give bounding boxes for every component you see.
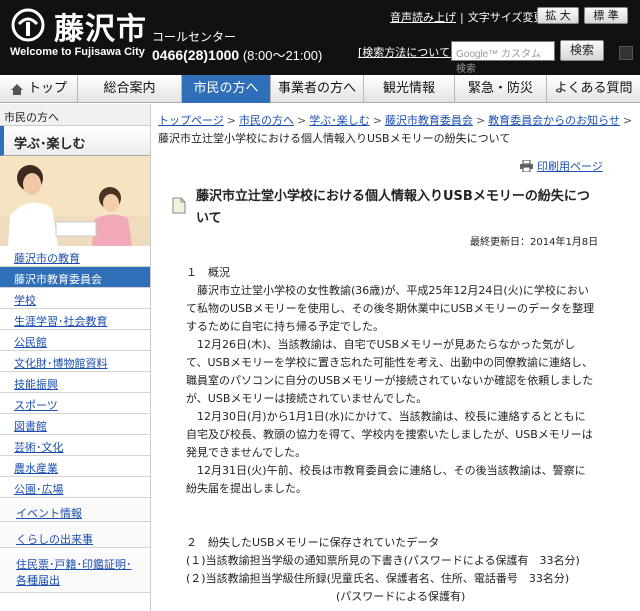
site-logo-subtitle: Welcome to Fujisawa City	[10, 46, 145, 58]
section-heading: １ 概況	[186, 266, 230, 279]
breadcrumb-board-news[interactable]: 教育委員会からのお知らせ	[488, 114, 620, 127]
callcenter-phone: 0466(28)1000 (8:00～21:00)	[152, 47, 323, 63]
sidebar-item-city-education[interactable]: 藤沢市の教育	[0, 246, 150, 267]
nav-businesses[interactable]: 事業者の方へ	[271, 75, 364, 103]
breadcrumb-current: 藤沢市立辻堂小学校における個人情報入りUSBメモリーの紛失について	[158, 132, 511, 145]
paragraph: 12月30日(月)から1月1日(水)にかけて、当該教諭は、校長に連絡するとともに…	[186, 410, 593, 459]
paragraph: 藤沢市立辻堂小学校の女性教諭(36歳)が、平成25年12月24日(火)に学校にお…	[186, 284, 595, 333]
home-icon	[10, 83, 23, 95]
sidebar-item-certificates[interactable]: 住民票･戸籍･印鑑証明･各種届出	[0, 553, 150, 593]
list-item: (１)当該教諭担当学級の通知票所見の下書き(パスワードによる保護有 33名分)	[186, 554, 580, 567]
breadcrumb-top[interactable]: トップページ	[158, 114, 224, 127]
sidebar-item-parks[interactable]: 公園･広場	[0, 477, 150, 498]
window-corner-control[interactable]	[619, 46, 633, 60]
read-aloud-link[interactable]: 音声読み上げ	[390, 9, 456, 25]
breadcrumb-board-of-education[interactable]: 藤沢市教育委員会	[385, 114, 473, 127]
printer-icon	[520, 160, 533, 172]
sidebar-item-events[interactable]: イベント情報	[0, 501, 150, 522]
list-item-note: (パスワードによる保護有)	[336, 590, 466, 603]
search-input[interactable]: Google™ カスタム検索	[451, 41, 555, 75]
nav-general-guide[interactable]: 総合案内	[78, 75, 182, 103]
search-method-link[interactable]: [検索方法について]	[358, 44, 454, 60]
page-title: 藤沢市立辻堂小学校における個人情報入りUSBメモリーの紛失について	[196, 189, 590, 226]
nav-top[interactable]: トップ	[0, 75, 78, 103]
nav-emergency[interactable]: 緊急・防災	[455, 75, 547, 103]
breadcrumb-learn-enjoy[interactable]: 学ぶ･楽しむ	[309, 114, 370, 127]
sidebar: 市民の方へ 学ぶ･楽しむ 藤沢市の教育 藤沢市教育委員会 学校 生涯学習･社会教…	[0, 104, 151, 611]
sidebar-menu: 藤沢市の教育 藤沢市教育委員会 学校 生涯学習･社会教育 公民館 文化財･博物館…	[0, 246, 150, 593]
last-updated: 最終更新日：2014年1月8日	[470, 237, 599, 248]
global-nav: トップ 総合案内 市民の方へ 事業者の方へ 観光情報 緊急・防災 よくある質問	[0, 75, 640, 103]
sidebar-item-sports[interactable]: スポーツ	[0, 393, 150, 414]
paragraph: 12月31日(火)午前、校長は市教育委員会に連絡し、その後当該教諭は、警察に紛失…	[186, 464, 586, 495]
print-page-link[interactable]: 印刷用ページ	[520, 158, 603, 174]
nav-tourism[interactable]: 観光情報	[364, 75, 455, 103]
search-button[interactable]: 検索	[560, 40, 604, 61]
sidebar-breadcrumb[interactable]: 市民の方へ	[0, 104, 150, 126]
sidebar-heading: 学ぶ･楽しむ	[0, 126, 150, 156]
font-standard-button[interactable]: 標 準	[584, 7, 628, 24]
section-heading: ２ 紛失したUSBメモリーに保存されていたデータ	[186, 536, 440, 549]
callcenter-label: コールセンター	[152, 30, 237, 44]
sidebar-item-lifelong-learning[interactable]: 生涯学習･社会教育	[0, 309, 150, 330]
sidebar-item-cultural-assets[interactable]: 文化財･博物館資料	[0, 351, 150, 372]
document-icon	[172, 197, 186, 214]
breadcrumb: トップページ > 市民の方へ > 学ぶ･楽しむ > 藤沢市教育委員会 > 教育委員会からのお知ら…	[158, 114, 633, 145]
sidebar-item-community-centers[interactable]: 公民館	[0, 330, 150, 351]
site-logo-text[interactable]: 藤沢市	[54, 4, 147, 48]
sidebar-item-schools[interactable]: 学校	[0, 288, 150, 309]
sidebar-item-life-events[interactable]: くらしの出来事	[0, 527, 150, 548]
site-header: 藤沢市 Welcome to Fujisawa City コールセンター 046…	[0, 0, 640, 75]
list-item: (２)当該教諭担当学級住所録(児童氏名、保護者名、住所、電話番号 33名分)	[186, 572, 570, 585]
sidebar-item-arts-culture[interactable]: 芸術･文化	[0, 435, 150, 456]
nav-faq[interactable]: よくある質問	[547, 75, 640, 103]
font-enlarge-button[interactable]: 拡 大	[537, 7, 579, 24]
sidebar-photo	[0, 156, 150, 246]
font-size-label: 文字サイズ変更	[467, 11, 545, 24]
accessibility-links: 音声読み上げ | 文字サイズ変更	[390, 9, 545, 25]
sidebar-item-skills-promotion[interactable]: 技能振興	[0, 372, 150, 393]
sidebar-item-board-of-education[interactable]: 藤沢市教育委員会	[0, 267, 150, 288]
nav-residents[interactable]: 市民の方へ	[182, 75, 271, 103]
sidebar-item-agriculture-fishery[interactable]: 農水産業	[0, 456, 150, 477]
city-emblem-icon	[11, 8, 45, 42]
sidebar-item-library[interactable]: 図書館	[0, 414, 150, 435]
paragraph: 12月26日(木)、当該教諭は、自宅でUSBメモリーが見あたらなかった気がして、…	[186, 338, 594, 405]
article-body: １ 概況 藤沢市立辻堂小学校の女性教諭(36歳)が、平成25年12月24日(火)…	[186, 264, 596, 606]
breadcrumb-residents[interactable]: 市民の方へ	[239, 114, 294, 127]
